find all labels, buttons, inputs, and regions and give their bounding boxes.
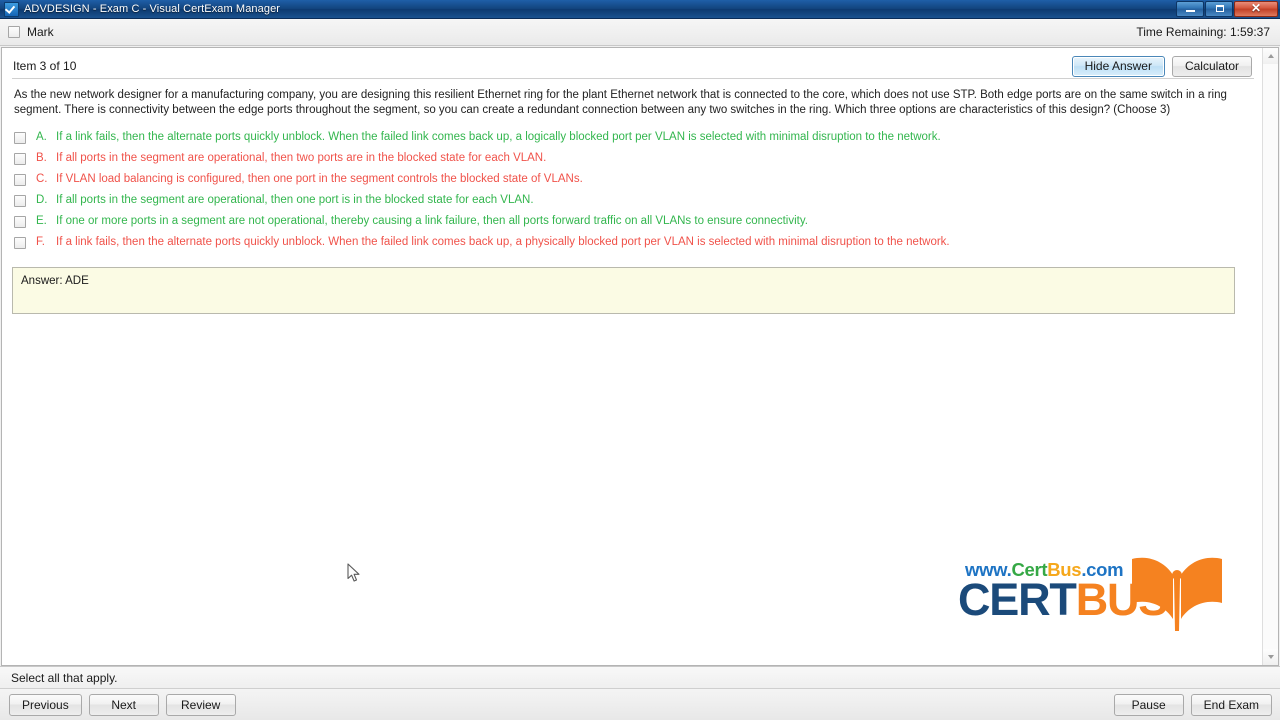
option-b-letter: B. [36, 151, 47, 164]
item-counter: Item 3 of 10 [13, 59, 77, 73]
option-a-checkbox[interactable] [14, 131, 26, 144]
mark-checkbox[interactable] [8, 26, 20, 38]
logo-main-cert: CERT [958, 574, 1077, 625]
mark-bar: Mark Time Remaining: 1:59:37 [0, 19, 1280, 46]
option-a-letter: A. [36, 130, 47, 143]
option-d-letter: D. [36, 193, 48, 206]
navigation-bar: Previous Next Review Pause End Exam [0, 688, 1280, 720]
answer-text: Answer: ADE [21, 274, 89, 287]
exam-application-window: ADVDESIGN - Exam C - Visual CertExam Man… [0, 0, 1280, 720]
navigation-left-group: Previous Next Review [9, 693, 236, 716]
navigation-right-group: Pause End Exam [1113, 693, 1272, 716]
option-b-checkbox[interactable] [14, 152, 26, 165]
option-d[interactable]: D. If all ports in the segment are opera… [14, 192, 1250, 213]
option-a[interactable]: A. If a link fails, then the alternate p… [14, 129, 1250, 150]
option-f-checkbox[interactable] [14, 236, 26, 249]
pause-button[interactable]: Pause [1113, 693, 1184, 716]
window-title: ADVDESIGN - Exam C - Visual CertExam Man… [24, 2, 281, 15]
option-b[interactable]: B. If all ports in the segment are opera… [14, 150, 1250, 171]
vertical-scrollbar[interactable] [1262, 48, 1278, 665]
option-c-checkbox[interactable] [14, 173, 26, 186]
close-button[interactable]: ✕ [1234, 1, 1278, 17]
option-f-letter: F. [36, 235, 45, 248]
open-book-icon [1132, 557, 1222, 631]
question-panel: Item 3 of 10 Hide Answer Calculator As t… [1, 47, 1279, 666]
next-button[interactable]: Next [88, 693, 159, 716]
time-remaining: Time Remaining: 1:59:37 [1136, 25, 1270, 39]
option-d-text: If all ports in the segment are operatio… [56, 193, 534, 206]
option-c-letter: C. [36, 172, 48, 185]
previous-button[interactable]: Previous [9, 693, 82, 716]
close-icon: ✕ [1250, 1, 1262, 15]
mark-label: Mark [27, 25, 54, 39]
question-scroll-area: Item 3 of 10 Hide Answer Calculator As t… [2, 48, 1262, 665]
calculator-button[interactable]: Calculator [1171, 56, 1252, 77]
hide-answer-button[interactable]: Hide Answer [1071, 56, 1165, 77]
option-f-text: If a link fails, then the alternate port… [56, 235, 950, 248]
option-c-text: If VLAN load balancing is configured, th… [56, 172, 583, 185]
scroll-up-button[interactable] [1263, 48, 1278, 64]
option-a-text: If a link fails, then the alternate port… [56, 130, 941, 143]
window-title-bar: ADVDESIGN - Exam C - Visual CertExam Man… [0, 0, 1280, 19]
maximize-icon [1206, 2, 1232, 16]
header-buttons: Hide Answer Calculator [1071, 56, 1254, 77]
minimize-icon [1177, 2, 1203, 16]
answer-box: Answer: ADE [12, 266, 1235, 314]
option-f[interactable]: F. If a link fails, then the alternate p… [14, 234, 1250, 255]
option-b-text: If all ports in the segment are operatio… [56, 151, 547, 164]
chevron-down-icon [1267, 655, 1274, 659]
certbus-logo: www.CertBus.com CERTBUS [958, 555, 1224, 635]
status-message: Select all that apply. [11, 670, 118, 685]
option-d-checkbox[interactable] [14, 194, 26, 207]
option-e[interactable]: E. If one or more ports in a segment are… [14, 213, 1250, 234]
status-bar: Select all that apply. [0, 666, 1280, 688]
options-list: A. If a link fails, then the alternate p… [2, 119, 1262, 255]
option-e-checkbox[interactable] [14, 215, 26, 228]
option-c[interactable]: C. If VLAN load balancing is configured,… [14, 171, 1250, 192]
end-exam-button[interactable]: End Exam [1190, 693, 1272, 716]
minimize-button[interactable] [1176, 1, 1204, 17]
window-controls: ✕ [1175, 0, 1278, 19]
checkbox-icon [4, 1, 19, 17]
option-e-letter: E. [36, 214, 47, 227]
option-e-text: If one or more ports in a segment are no… [56, 214, 808, 227]
chevron-up-icon [1267, 54, 1274, 58]
scroll-down-button[interactable] [1263, 649, 1278, 665]
item-header-row: Item 3 of 10 Hide Answer Calculator [2, 48, 1262, 78]
maximize-button[interactable] [1205, 1, 1233, 17]
scrollbar-track[interactable] [1263, 64, 1278, 649]
review-button[interactable]: Review [165, 693, 236, 716]
question-text: As the new network designer for a manufa… [14, 89, 1227, 117]
